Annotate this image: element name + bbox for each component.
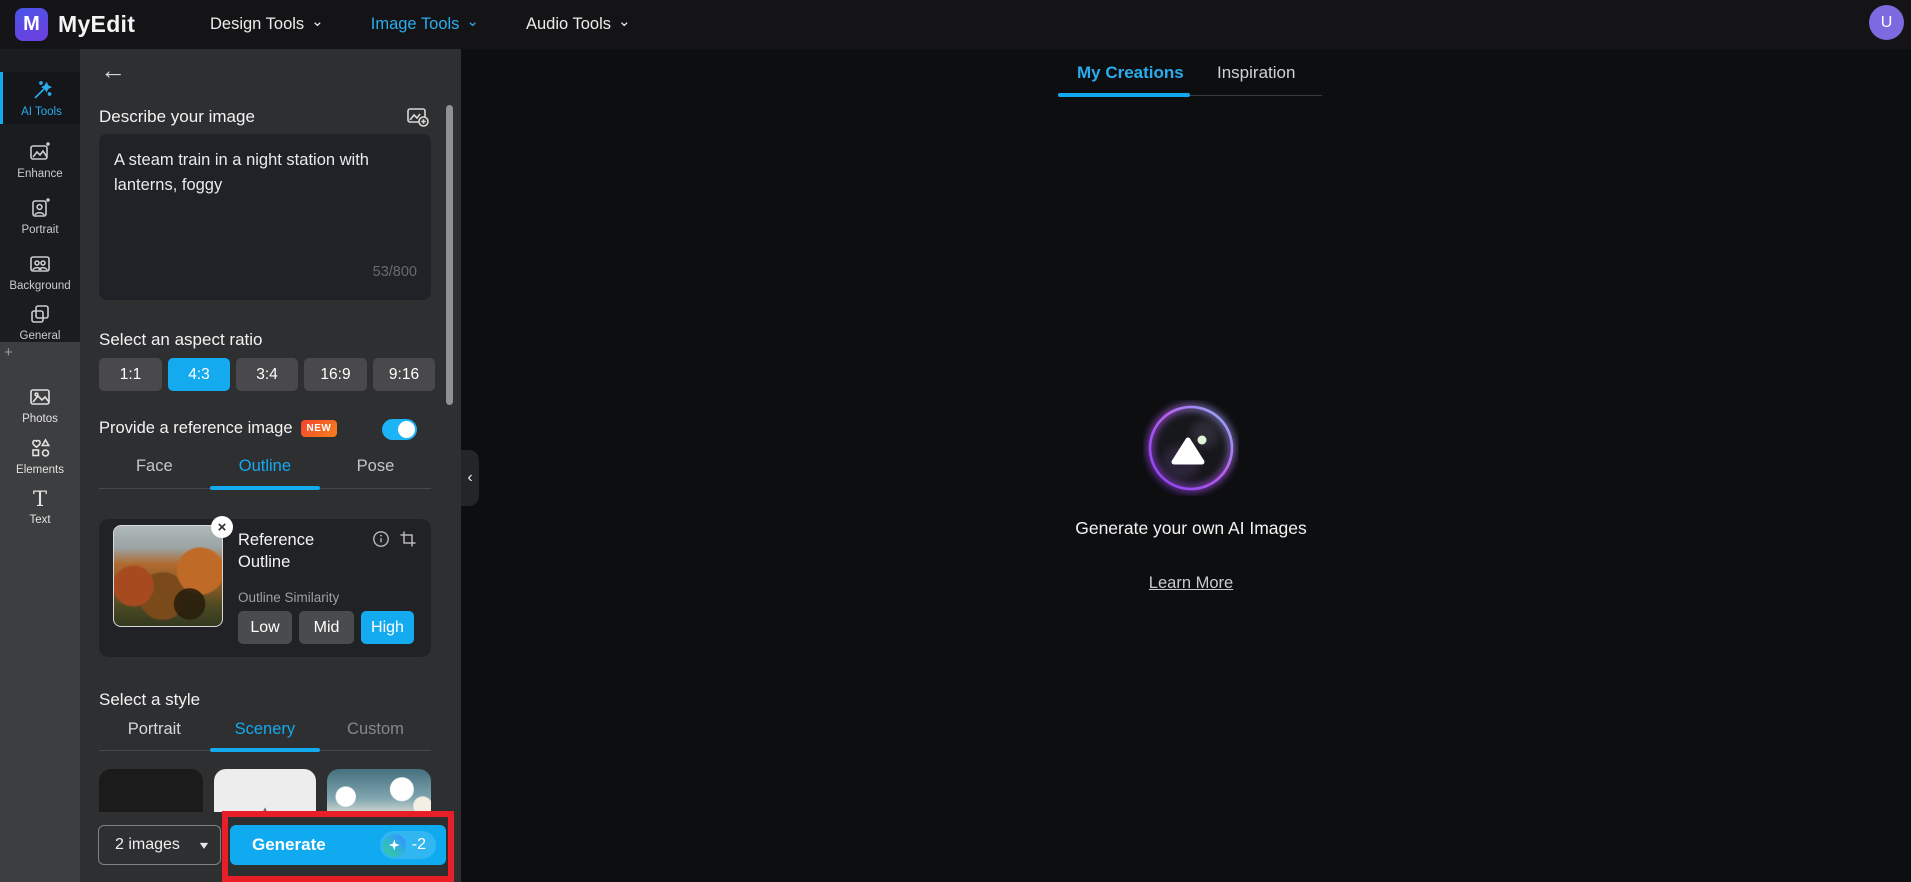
reference-outline-card: × Reference Outline Outline Similarity L… (99, 516, 431, 657)
top-bar: M MyEdit Design Tools ⌄ Image Tools ⌄ Au… (0, 0, 1911, 49)
tab-inspiration[interactable]: Inspiration (1217, 63, 1295, 83)
chevron-left-icon: ‹ (467, 469, 473, 486)
reference-label: Provide a reference image (99, 419, 293, 437)
tab-style-portrait[interactable]: Portrait (99, 714, 210, 753)
panel-footer: 2 images ▾ Generate -2 (80, 812, 461, 882)
brand-title: MyEdit (58, 11, 136, 37)
reference-card-title: Reference Outline (238, 531, 315, 572)
learn-more-link[interactable]: Learn More (1041, 574, 1341, 593)
char-counter: 53/800 (372, 264, 417, 280)
top-nav: Design Tools ⌄ Image Tools ⌄ Audio Tools… (210, 0, 631, 49)
image-count-select[interactable]: 2 images ▾ (98, 825, 221, 865)
magic-wand-icon (33, 81, 52, 99)
empty-state-illustration (1143, 400, 1239, 496)
general-icon (31, 305, 49, 323)
aspect-3-4-button[interactable]: 3:4 (236, 358, 298, 391)
crop-icon[interactable] (399, 530, 417, 548)
sidebar-item-text[interactable]: T Text (0, 481, 80, 533)
aspect-4-3-button[interactable]: 4:3 (168, 358, 230, 391)
nav-image-tools[interactable]: Image Tools ⌄ (371, 12, 479, 34)
close-icon: × (217, 518, 227, 536)
nav-design-tools[interactable]: Design Tools ⌄ (210, 12, 324, 34)
background-icon (30, 256, 50, 272)
nav-audio-tools[interactable]: Audio Tools ⌄ (526, 12, 631, 34)
sidebar-item-elements[interactable]: Elements (0, 430, 80, 482)
enhance-icon (30, 142, 50, 160)
text-icon: T (32, 486, 47, 511)
tab-my-creations[interactable]: My Creations (1077, 63, 1184, 83)
credit-cost-value: -2 (411, 836, 426, 853)
generate-button[interactable]: Generate -2 (230, 825, 446, 865)
sidebar-add-icon[interactable]: + (4, 344, 13, 361)
active-tab-underline (210, 486, 320, 490)
aspect-16-9-button[interactable]: 16:9 (304, 358, 367, 391)
back-button[interactable]: ← (100, 57, 126, 83)
user-avatar[interactable]: U (1869, 5, 1904, 40)
star-icon (388, 839, 400, 851)
photos-icon (30, 389, 50, 405)
tab-face[interactable]: Face (99, 451, 210, 490)
similarity-low-button[interactable]: Low (238, 611, 292, 644)
tab-style-custom[interactable]: Custom (320, 714, 431, 753)
sidebar: AI Tools Enhance Portrait Background Gen… (0, 49, 80, 882)
credit-cost-pill: -2 (379, 831, 436, 859)
aspect-1-1-button[interactable]: 1:1 (99, 358, 162, 391)
reference-image-row: Provide a reference image NEW (99, 419, 431, 440)
myedit-app: M MyEdit Design Tools ⌄ Image Tools ⌄ Au… (0, 0, 1911, 882)
describe-label: Describe your image (99, 107, 255, 126)
credit-coin-icon (382, 833, 406, 857)
style-label: Select a style (99, 690, 201, 709)
similarity-level-group: Low Mid High (238, 611, 414, 644)
tab-outline[interactable]: Outline (210, 451, 321, 490)
ai-image-panel: ← Describe your image A steam train in a… (80, 49, 461, 882)
tab-divider (1190, 95, 1322, 96)
aspect-ratio-group: 1:1 4:3 3:4 16:9 9:16 (99, 358, 435, 391)
chevron-down-icon: ⌄ (618, 12, 631, 30)
caret-down-icon: ▾ (199, 838, 209, 852)
panel-scrollbar[interactable] (446, 105, 453, 405)
remove-reference-button[interactable]: × (211, 516, 233, 538)
elements-icon (32, 438, 51, 457)
reference-toggle[interactable] (382, 419, 417, 440)
portrait-icon (32, 198, 50, 217)
new-badge: NEW (300, 420, 338, 437)
active-tab-underline (210, 748, 320, 752)
sidebar-item-general[interactable]: General (0, 296, 80, 348)
sidebar-item-portrait[interactable]: Portrait (0, 190, 80, 242)
similarity-high-button[interactable]: High (361, 611, 414, 644)
sidebar-item-ai-tools[interactable]: AI Tools (0, 72, 80, 124)
image-add-icon[interactable] (405, 104, 431, 130)
aspect-9-16-button[interactable]: 9:16 (373, 358, 435, 391)
myedit-logo-icon[interactable]: M (15, 8, 48, 41)
aspect-ratio-label: Select an aspect ratio (99, 330, 263, 349)
chevron-down-icon: ⌄ (311, 12, 324, 30)
similarity-label: Outline Similarity (238, 590, 340, 605)
active-tab-underline (1058, 93, 1190, 97)
toggle-knob (398, 421, 415, 438)
empty-state-title: Generate your own AI Images (1075, 518, 1307, 538)
similarity-mid-button[interactable]: Mid (299, 611, 354, 644)
chevron-down-icon: ⌄ (466, 12, 479, 30)
info-icon[interactable] (372, 530, 390, 548)
reference-tabs: Face Outline Pose (99, 451, 431, 490)
sidebar-item-photos[interactable]: Photos (0, 379, 80, 431)
sidebar-item-enhance[interactable]: Enhance (0, 134, 80, 186)
reference-image-thumbnail[interactable] (113, 525, 223, 627)
sidebar-item-background[interactable]: Background (0, 246, 80, 298)
collapse-panel-handle[interactable]: ‹ (461, 450, 479, 506)
tab-pose[interactable]: Pose (320, 451, 431, 490)
